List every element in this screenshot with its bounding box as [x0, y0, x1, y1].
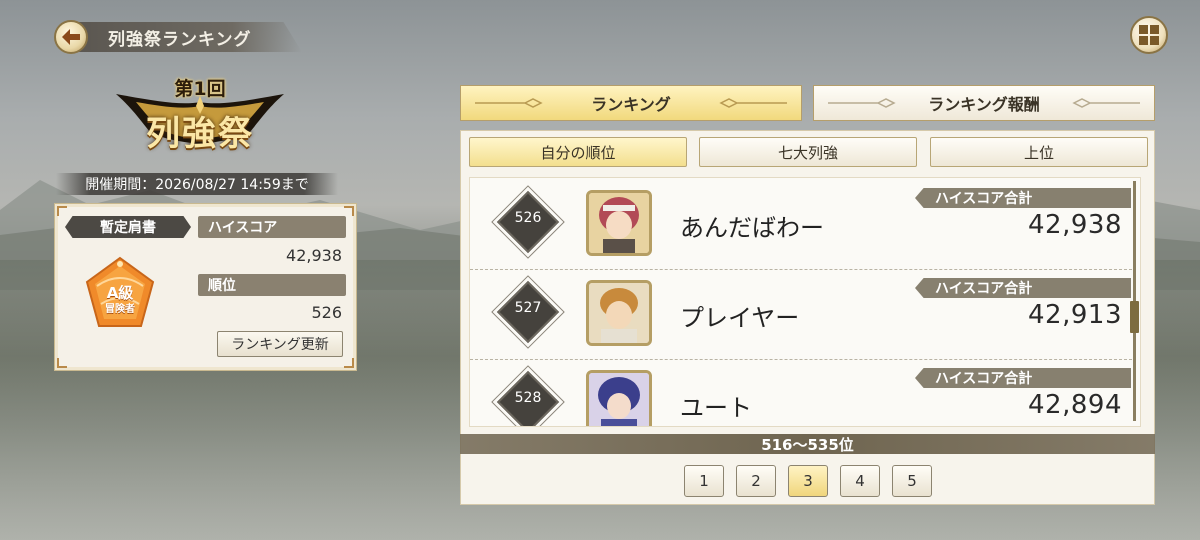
panel-corner — [57, 206, 67, 216]
ornament-icon — [719, 98, 787, 108]
rank-range-label: 516〜535位 — [460, 434, 1155, 454]
player-score: 42,913 — [1028, 300, 1122, 330]
avatar-portrait-icon — [589, 193, 649, 253]
ornament-icon — [828, 98, 896, 108]
ornament-icon — [1072, 98, 1140, 108]
page-button-1[interactable]: 1 — [684, 465, 724, 497]
subtab-top[interactable]: 上位 — [930, 137, 1148, 167]
page-button-2[interactable]: 2 — [736, 465, 776, 497]
ranking-row[interactable]: 528 ユート ハイスコア合計 42,894 — [470, 360, 1132, 426]
badge-subtitle-text: 冒険者 — [105, 304, 135, 315]
tab-ranking-label: ランキング — [591, 95, 671, 114]
avatar-portrait-icon — [589, 373, 649, 426]
panel-corner — [57, 358, 67, 368]
grid-menu-icon — [1139, 25, 1159, 45]
tab-ranking-rewards[interactable]: ランキング報酬 — [813, 85, 1155, 121]
update-ranking-button[interactable]: ランキング更新 — [217, 331, 343, 357]
page-button-5[interactable]: 5 — [892, 465, 932, 497]
page-button-3[interactable]: 3 — [788, 465, 828, 497]
tab-ranking[interactable]: ランキング — [460, 85, 802, 121]
player-score: 42,894 — [1028, 390, 1122, 420]
highscore-value: 42,938 — [286, 246, 342, 265]
rank-number: 527 — [514, 300, 542, 316]
page-button-4[interactable]: 4 — [840, 465, 880, 497]
player-avatar — [586, 190, 652, 256]
subtab-my-rank[interactable]: 自分の順位 — [469, 137, 687, 167]
title-status-panel: 暫定肩書 A級 冒険者 ハイスコア 42,938 順位 526 ランキング更新 — [54, 203, 357, 371]
player-avatar — [586, 280, 652, 346]
back-button[interactable] — [54, 20, 88, 54]
player-name: プレイヤー — [680, 304, 800, 332]
player-name: ユート — [680, 394, 752, 422]
avatar-portrait-icon — [589, 283, 649, 343]
ranking-row[interactable]: 527 プレイヤー ハイスコア合計 42,913 — [470, 270, 1132, 360]
panel-corner — [344, 358, 354, 368]
score-label: ハイスコア合計 — [915, 368, 1131, 388]
player-name: あんだばわー — [680, 214, 824, 242]
rank-value: 526 — [311, 303, 342, 322]
scrollbar-thumb[interactable] — [1130, 301, 1139, 333]
ranking-row[interactable]: 526 あんだばわー ハイスコア合計 42,938 — [470, 180, 1132, 270]
event-name-logo: 列強祭 — [146, 114, 254, 154]
ornament-icon — [475, 98, 543, 108]
page-title: 列強祭ランキング — [70, 22, 302, 52]
rank-label: 順位 — [198, 274, 346, 296]
player-score: 42,938 — [1028, 210, 1122, 240]
event-period: 開催期間：2026/08/27 14:59まで — [56, 173, 338, 195]
rank-number: 526 — [514, 210, 542, 226]
score-label: ハイスコア合計 — [915, 278, 1131, 298]
tab-ranking-rewards-label: ランキング報酬 — [928, 95, 1040, 114]
subtab-seven-great[interactable]: 七大列強 — [699, 137, 917, 167]
rank-number: 528 — [514, 390, 542, 406]
menu-button[interactable] — [1130, 16, 1168, 54]
highscore-label: ハイスコア — [198, 216, 346, 238]
score-label: ハイスコア合計 — [915, 188, 1131, 208]
ranking-list[interactable]: 526 あんだばわー ハイスコア合計 42,938 527 プレイヤー ハイスコ… — [469, 177, 1141, 427]
provisional-title-tag: 暫定肩書 — [65, 216, 191, 238]
panel-corner — [344, 206, 354, 216]
player-avatar — [586, 370, 652, 426]
arrow-left-icon — [62, 29, 80, 45]
